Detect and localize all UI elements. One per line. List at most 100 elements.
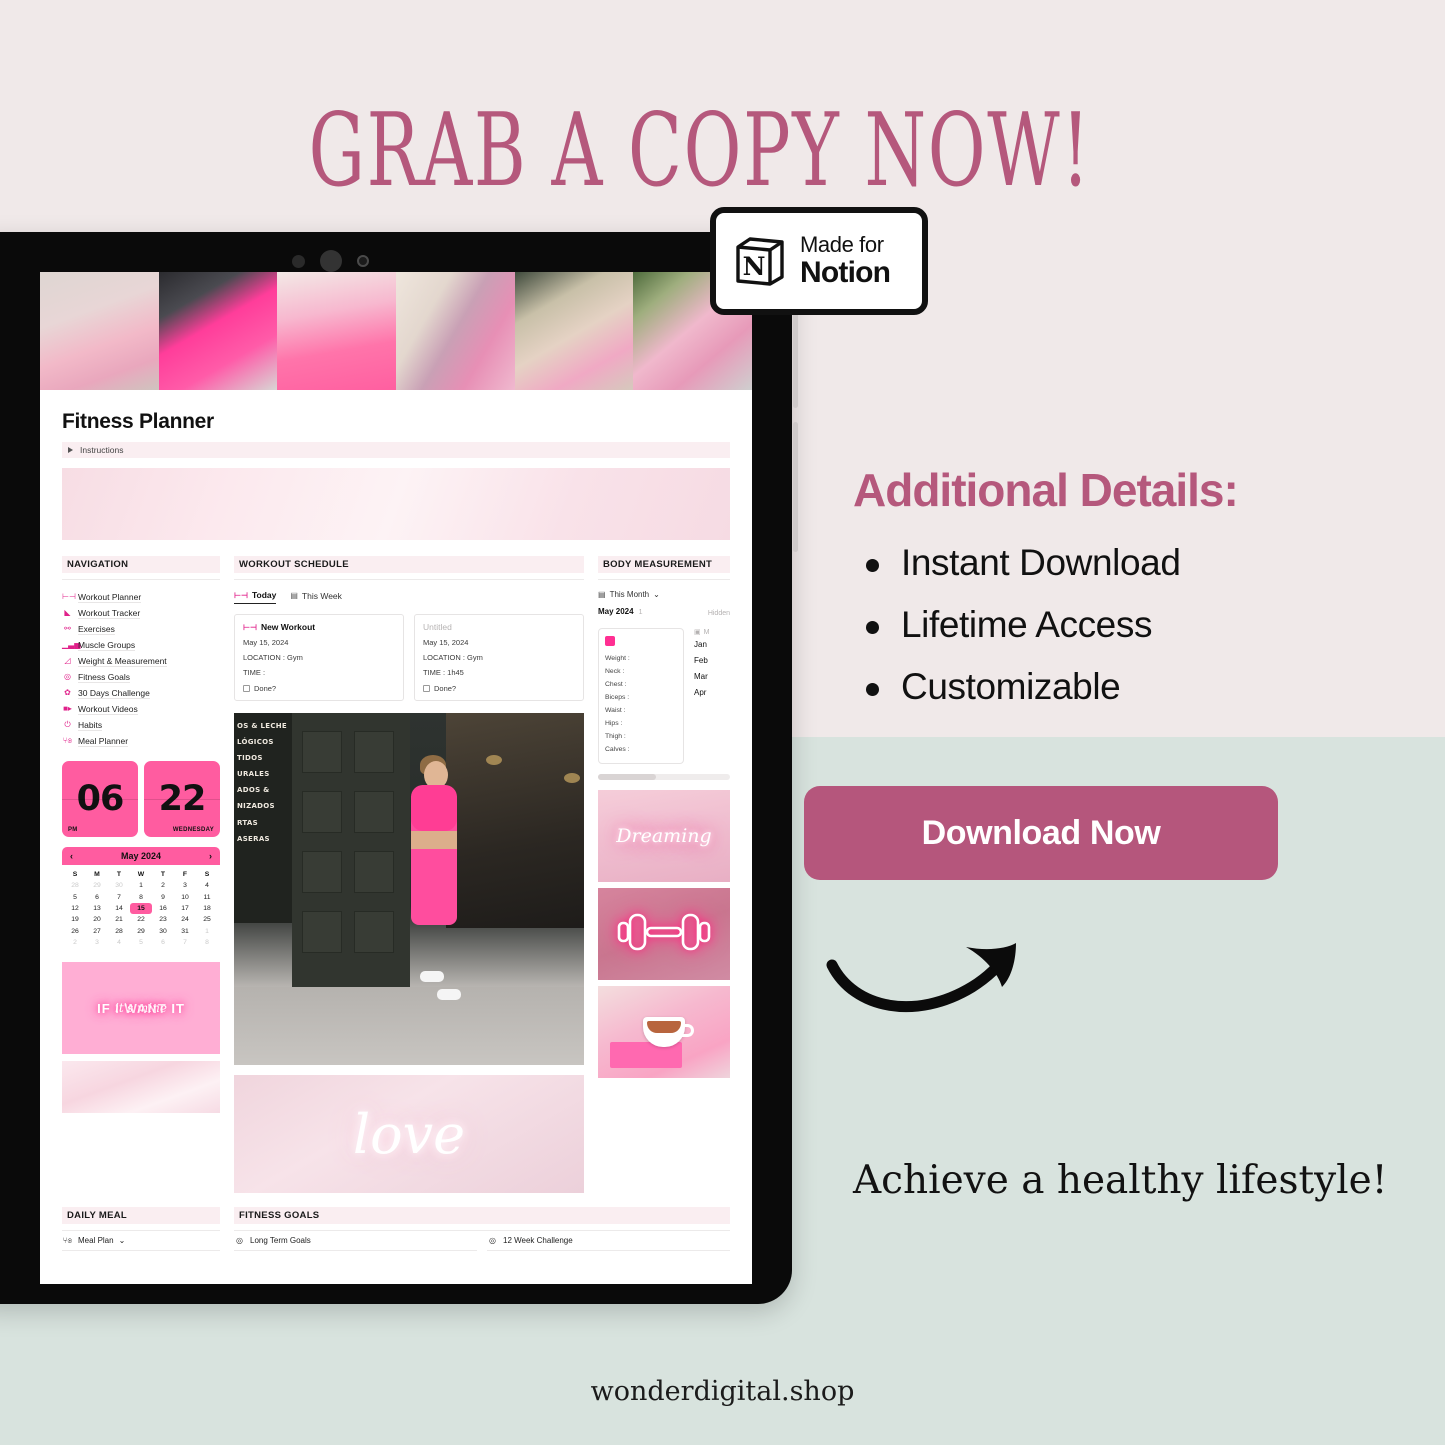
tablet-camera-cluster bbox=[292, 250, 369, 272]
calendar-dow: S bbox=[204, 870, 210, 878]
calendar-day[interactable]: 14 bbox=[108, 903, 130, 914]
calendar-day[interactable]: 23 bbox=[152, 914, 174, 925]
workout-card[interactable]: ⊢⊣ New Workout May 15, 2024 LOCATION : G… bbox=[234, 614, 404, 701]
sign-line: TIDOS bbox=[237, 754, 263, 763]
calendar-day[interactable]: 13 bbox=[86, 903, 108, 914]
measurement-card[interactable]: Weight : Neck : Chest : Biceps : Waist : Hips… bbox=[598, 628, 684, 764]
calendar-day[interactable]: 19 bbox=[64, 914, 86, 925]
sidebar-item-30-days-challenge[interactable]: ✿ 30 Days Challenge bbox=[62, 685, 220, 701]
sidebar-item-exercises[interactable]: ⚯ Exercises bbox=[62, 621, 220, 637]
calendar-day[interactable]: 30 bbox=[152, 926, 174, 937]
tab-today[interactable]: ⊢⊣ Today bbox=[234, 590, 277, 604]
calendar-day[interactable]: 20 bbox=[86, 914, 108, 925]
calendar-day[interactable]: 3 bbox=[86, 937, 108, 948]
sidebar-item-fitness-goals[interactable]: ◎ Fitness Goals bbox=[62, 669, 220, 685]
measurement-field[interactable]: Calves : bbox=[605, 743, 677, 756]
sidebar-item-meal-planner[interactable]: ⑂◉ Meal Planner bbox=[62, 733, 220, 749]
calendar-day[interactable]: 5 bbox=[130, 937, 152, 948]
calendar-day[interactable]: 16 bbox=[152, 903, 174, 914]
divider bbox=[234, 579, 584, 580]
calendar-day[interactable]: 4 bbox=[196, 880, 218, 891]
calendar-prev-button[interactable]: ‹ bbox=[70, 851, 73, 861]
measurement-field[interactable]: Thigh : bbox=[605, 730, 677, 743]
calendar-day[interactable]: 6 bbox=[86, 891, 108, 902]
calendar-day[interactable]: 28 bbox=[64, 880, 86, 891]
month-item[interactable]: Apr bbox=[694, 684, 709, 700]
calendar-day[interactable]: 2 bbox=[152, 880, 174, 891]
calendar-day[interactable]: 30 bbox=[108, 880, 130, 891]
measurement-field[interactable]: Neck : bbox=[605, 665, 677, 678]
calendar-day[interactable]: 1 bbox=[196, 926, 218, 937]
calendar-grid: S M T W T F S 28 29 30 1 2 3 4 5 6 7 8 9 10 11 12 13 14 15 16 17 18… bbox=[62, 865, 220, 953]
workout-card-location: LOCATION : Gym bbox=[423, 653, 483, 662]
calendar-day[interactable]: 11 bbox=[196, 891, 218, 902]
calendar-day[interactable]: 5 bbox=[64, 891, 86, 902]
calendar-day[interactable]: 8 bbox=[130, 891, 152, 902]
cover-photo-4 bbox=[396, 272, 515, 390]
checkbox-icon bbox=[423, 685, 430, 692]
this-month-filter[interactable]: ▤ This Month ⌄ bbox=[598, 590, 730, 599]
calendar-day[interactable]: 7 bbox=[108, 891, 130, 902]
calendar-day[interactable]: 21 bbox=[108, 914, 130, 925]
calendar-day[interactable]: 4 bbox=[108, 937, 130, 948]
goal-item-12-week[interactable]: ◎ 12 Week Challenge bbox=[487, 1231, 730, 1251]
sidebar-item-workout-planner[interactable]: ⊢⊣ Workout Planner bbox=[62, 589, 220, 605]
calendar-day[interactable]: 6 bbox=[152, 937, 174, 948]
power-icon: ⏻ bbox=[64, 720, 71, 729]
calendar-day[interactable]: 22 bbox=[130, 914, 152, 925]
measurement-field[interactable]: Waist : bbox=[605, 704, 677, 717]
calendar-day[interactable]: 15 bbox=[130, 902, 152, 915]
calendar-day[interactable]: 2 bbox=[64, 937, 86, 948]
horizontal-scrollbar[interactable] bbox=[598, 774, 730, 780]
measurement-field[interactable]: Weight : bbox=[605, 652, 677, 665]
badge-line-1: Made for bbox=[800, 231, 884, 257]
nav-label: Exercises bbox=[78, 623, 115, 635]
goal-item-long-term[interactable]: ◎ Long Term Goals bbox=[234, 1231, 477, 1251]
month-item[interactable]: Jan bbox=[694, 636, 709, 652]
meal-plan-label: Meal Plan bbox=[78, 1236, 114, 1245]
calendar-day[interactable]: 31 bbox=[174, 926, 196, 937]
meal-plan-item[interactable]: ⑂◉ Meal Plan ⌄ bbox=[62, 1231, 220, 1251]
workout-card-done-checkbox[interactable]: Done? bbox=[423, 684, 575, 693]
sidebar-item-workout-tracker[interactable]: ◣ Workout Tracker bbox=[62, 605, 220, 621]
measurement-field[interactable]: Chest : bbox=[605, 678, 677, 691]
measurement-fields: Weight : Neck : Chest : Biceps : Waist : Hips… bbox=[605, 652, 677, 756]
calendar-day[interactable]: 25 bbox=[196, 914, 218, 925]
dreaming-text: Dreaming bbox=[616, 825, 712, 847]
calendar-day[interactable]: 17 bbox=[174, 903, 196, 914]
sidebar-item-muscle-groups[interactable]: ▁▃▅ Muscle Groups bbox=[62, 637, 220, 653]
month-item[interactable]: Feb bbox=[694, 652, 709, 668]
calendar-day[interactable]: 18 bbox=[196, 903, 218, 914]
sidebar-item-habits[interactable]: ⏻ Habits bbox=[62, 717, 220, 733]
nav-label: Meal Planner bbox=[78, 735, 129, 747]
download-now-button[interactable]: Download Now bbox=[804, 786, 1278, 880]
calendar-day[interactable]: 7 bbox=[174, 937, 196, 948]
body-measurement-column: BODY MEASUREMENT ▤ This Month ⌄ May 2024… bbox=[598, 556, 730, 1193]
calendar-day[interactable]: 10 bbox=[174, 891, 196, 902]
calendar-day[interactable]: 26 bbox=[64, 926, 86, 937]
calendar-day[interactable]: 3 bbox=[174, 880, 196, 891]
calendar-day[interactable]: 29 bbox=[86, 880, 108, 891]
calendar-day[interactable]: 27 bbox=[86, 926, 108, 937]
month-item[interactable]: Mar bbox=[694, 668, 709, 684]
calendar-day[interactable]: 9 bbox=[152, 891, 174, 902]
calendar-day[interactable]: 29 bbox=[130, 926, 152, 937]
calendar-day[interactable]: 12 bbox=[64, 903, 86, 914]
calendar-day[interactable]: 8 bbox=[196, 937, 218, 948]
workout-card[interactable]: Untitled May 15, 2024 LOCATION : Gym TIM… bbox=[414, 614, 584, 701]
measurement-field[interactable]: Biceps : bbox=[605, 691, 677, 704]
sidebar-item-workout-videos[interactable]: ■▸ Workout Videos bbox=[62, 701, 220, 717]
page-scrollbar-thumb-lower[interactable] bbox=[793, 422, 798, 552]
instructions-toggle[interactable]: Instructions bbox=[62, 442, 730, 458]
workout-card-done-checkbox[interactable]: Done? bbox=[243, 684, 395, 693]
notion-cover-photo-strip bbox=[40, 272, 752, 390]
sign-line: LÓGICOS bbox=[237, 738, 274, 747]
calendar-next-button[interactable]: › bbox=[209, 851, 212, 861]
calendar-day[interactable]: 28 bbox=[108, 926, 130, 937]
tab-this-week[interactable]: ▤ This Week bbox=[290, 591, 342, 604]
measurement-field[interactable]: Hips : bbox=[605, 717, 677, 730]
day-number: 22 bbox=[158, 779, 207, 819]
calendar-day[interactable]: 1 bbox=[130, 880, 152, 891]
sidebar-item-weight-measurement[interactable]: ◿ Weight & Measurement bbox=[62, 653, 220, 669]
calendar-day[interactable]: 24 bbox=[174, 914, 196, 925]
